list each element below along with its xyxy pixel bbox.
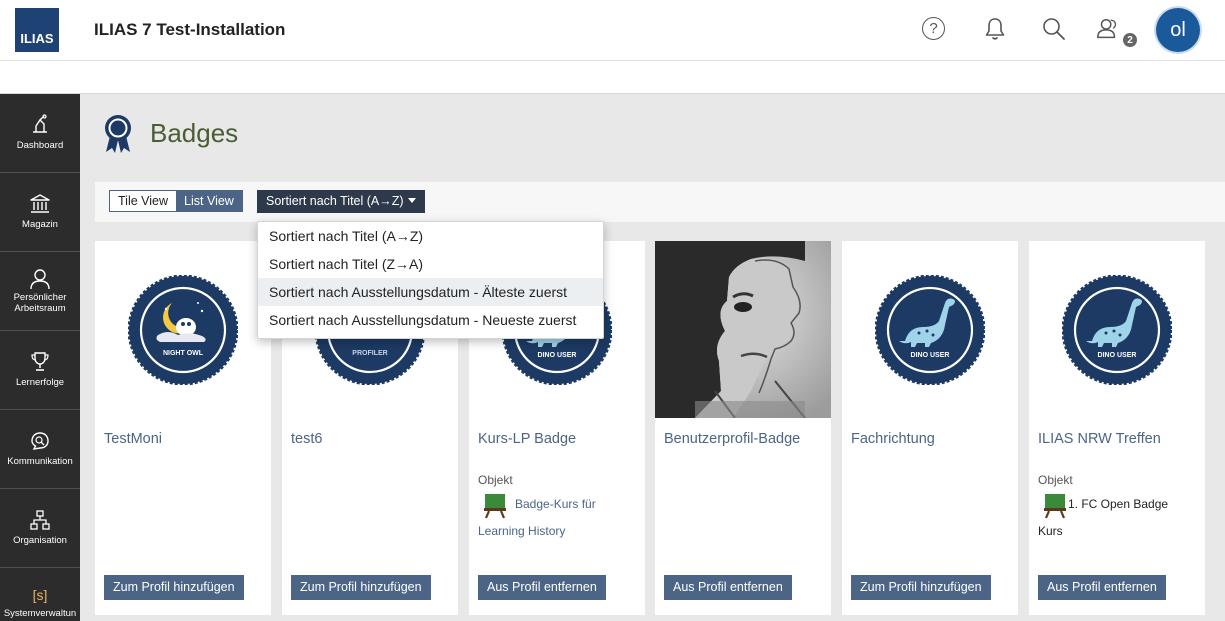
remove-from-profile-button[interactable]: Aus Profil entfernen [1038,575,1166,600]
mainbar-item-personal-workspace[interactable]: Persönlicher Arbeitsraum [0,252,80,331]
object-link-continued[interactable]: Learning History [478,524,565,538]
mainbar-item-magazin[interactable]: Magazin [0,173,80,252]
top-bar: ILIAS ILIAS 7 Test-Installation ? 2 ol [0,0,1225,61]
mainbar-label: Kommunikation [7,456,73,467]
view-controls-bar: Tile View List View Sortiert nach Titel … [95,182,1225,222]
badge-card: NIGHT OWL TestMoni Zum Profil hinzufügen [95,241,271,615]
sort-option-date-oldest[interactable]: Sortiert nach Ausstellungsdatum - Ältest… [258,278,603,306]
mainbar-label: Systemverwaltun [3,608,77,619]
object-text: 1. FC Open Badge [1068,497,1169,511]
course-icon [1043,493,1067,524]
mainbar-item-communication[interactable]: Kommunikation [0,410,80,489]
trophy-icon [27,351,53,373]
mainbar-label: Organisation [13,535,67,546]
mainbar-item-achievements[interactable]: Lernerfolge [0,331,80,410]
mainbar-item-organisation[interactable]: Organisation [0,489,80,568]
users-icon[interactable] [1095,16,1121,42]
card-title[interactable]: test6 [291,431,322,447]
badge-ribbon-icon [102,114,134,159]
badge-card: DINO USER Fachrichtung Zum Profil hinzuf… [842,241,1018,615]
view-mode-control: Tile View List View [109,190,243,212]
sort-label: Sortiert nach Titel (A→Z) [266,194,404,208]
logo-text: ILIAS [20,31,54,46]
badge-caption: DINO USER [538,352,577,359]
sort-dropdown-button[interactable]: Sortiert nach Titel (A→Z) [257,190,425,213]
badge-caption: DINO USER [911,352,950,359]
sort-option-title-asc[interactable]: Sortiert nach Titel (A→Z) [258,222,603,250]
card-title[interactable]: Benutzerprofil-Badge [664,431,800,447]
main-bar: Dashboard Magazin Persönlicher Arbeitsra… [0,94,80,621]
tile-view-button[interactable]: Tile View [110,191,177,211]
ilias-logo[interactable]: ILIAS [15,8,59,52]
sort-dropdown-menu: Sortiert nach Titel (A→Z) Sortiert nach … [257,221,604,339]
card-title[interactable]: Kurs-LP Badge [478,431,576,447]
badge-caption: NIGHT OWL [163,350,204,357]
mainbar-item-dashboard[interactable]: Dashboard [0,94,80,173]
admin-icon: [s] [32,587,48,603]
help-icon[interactable]: ? [922,17,945,40]
chat-search-icon [27,430,53,452]
badge-image-night-owl[interactable]: NIGHT OWL [127,274,239,390]
installation-title[interactable]: ILIAS 7 Test-Installation [94,20,285,40]
search-icon[interactable] [1041,16,1067,42]
object-label: Objekt [478,473,513,487]
users-count-badge: 2 [1123,33,1137,47]
list-view-button[interactable]: List View [176,191,242,211]
help-glyph: ? [929,20,938,37]
meta-bar [0,61,1225,94]
content-area: Badges Tile View List View Sortiert nach… [80,94,1225,621]
page-title: Badges [150,118,239,148]
person-icon [27,268,53,290]
add-to-profile-button[interactable]: Zum Profil hinzufügen [291,575,431,600]
avatar[interactable]: ol [1156,8,1200,52]
dashboard-icon [27,114,53,136]
badge-card: DINO USER ILIAS NRW Treffen Objekt 1. FC… [1029,241,1205,615]
card-title[interactable]: ILIAS NRW Treffen [1038,431,1161,447]
add-to-profile-button[interactable]: Zum Profil hinzufügen [104,575,244,600]
mainbar-label: Magazin [22,219,58,230]
mainbar-label: Lernerfolge [15,377,65,388]
object-link[interactable]: Badge-Kurs für [515,497,596,511]
remove-from-profile-button[interactable]: Aus Profil entfernen [664,575,792,600]
badge-card: Benutzerprofil-Badge Aus Profil entferne… [655,241,831,615]
org-chart-icon [27,509,53,531]
add-to-profile-button[interactable]: Zum Profil hinzufügen [851,575,991,600]
sort-option-title-desc[interactable]: Sortiert nach Titel (Z→A) [258,250,603,278]
badge-caption: DINO USER [1098,352,1137,359]
badge-image-dino-user[interactable]: DINO USER [1061,274,1173,390]
card-title[interactable]: TestMoni [104,431,162,447]
badge-image-photo[interactable] [655,241,831,419]
object-text-continued: Kurs [1038,524,1063,538]
object-label: Objekt [1038,473,1073,487]
course-icon [483,493,507,524]
sort-option-date-newest[interactable]: Sortiert nach Ausstellungsdatum - Neuest… [258,306,603,334]
mainbar-label: Dashboard [16,140,64,151]
badge-caption: PROFILER [352,350,387,357]
caret-down-icon [407,198,416,203]
bell-icon[interactable] [982,16,1008,42]
badge-image-dino-user[interactable]: DINO USER [874,274,986,390]
bank-icon [27,193,53,215]
mainbar-item-administration[interactable]: [s] Systemverwaltun [0,568,80,621]
remove-from-profile-button[interactable]: Aus Profil entfernen [478,575,606,600]
mainbar-label: Persönlicher Arbeitsraum [13,292,67,314]
card-title[interactable]: Fachrichtung [851,431,935,447]
